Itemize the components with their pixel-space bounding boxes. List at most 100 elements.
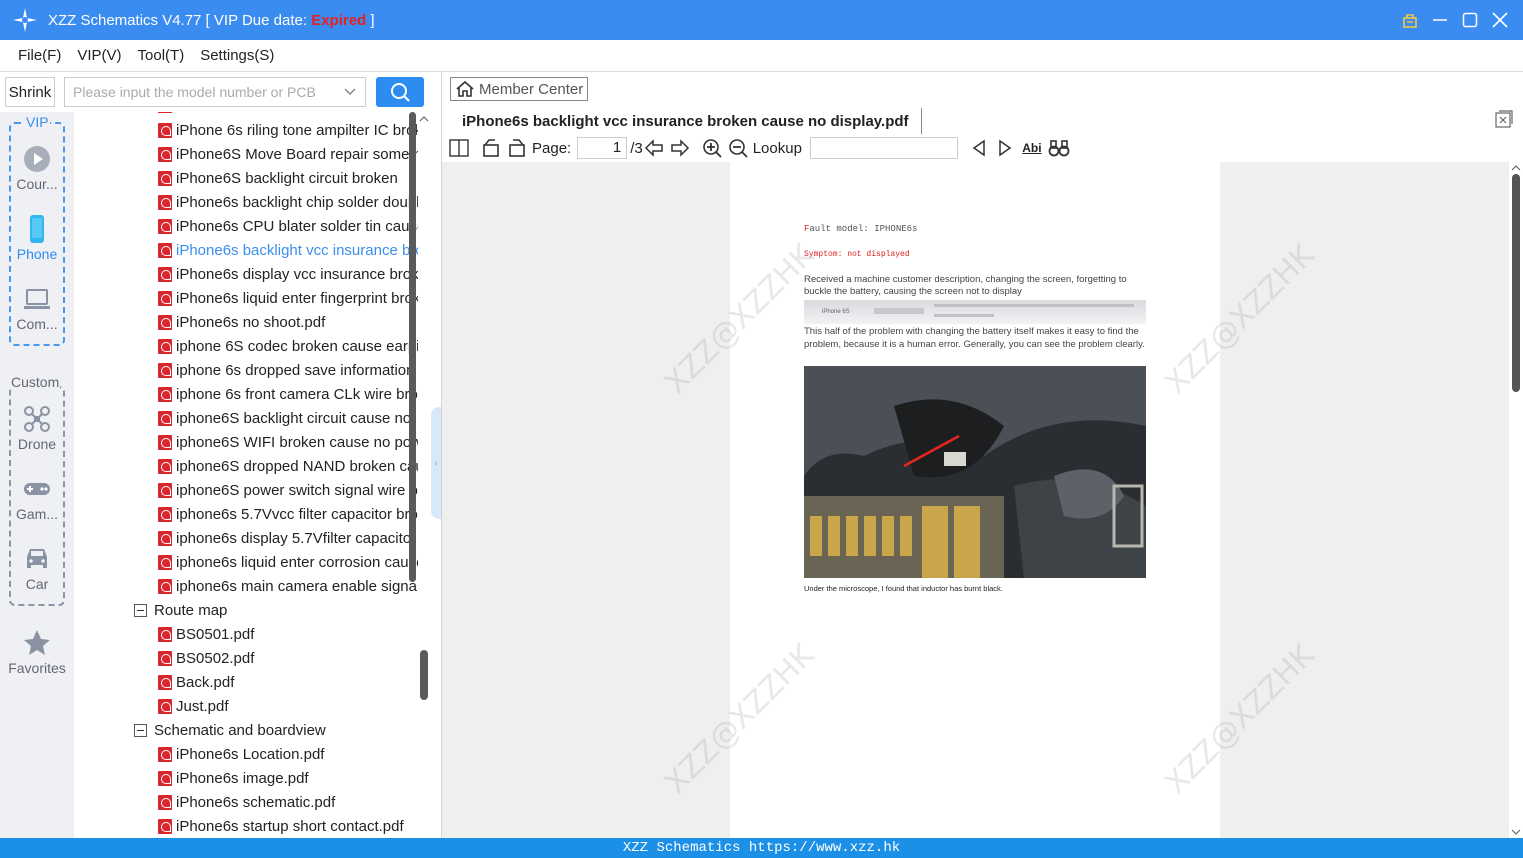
pdf-icon	[158, 794, 172, 810]
pdf-icon	[158, 434, 172, 450]
next-page-icon[interactable]	[669, 137, 691, 159]
symptom-text: Symptom: not displayed	[804, 250, 910, 259]
tree-file-item[interactable]: iphone 6S codec broken cause earpiece	[158, 334, 418, 358]
minimize-icon[interactable]	[1431, 11, 1449, 29]
chevron-left-icon: ‹	[434, 458, 438, 468]
pdf-icon	[158, 314, 172, 330]
tree-scrollbar[interactable]	[408, 112, 418, 838]
tree-file-item[interactable]: Back.pdf	[158, 670, 418, 694]
tree-file-label: iphone6S WIFI broken cause no power	[176, 433, 418, 451]
tree-file-label: iphone 6S codec broken cause earpiece	[176, 337, 418, 355]
tree-file-item[interactable]: iPhone6s backlight vcc insurance broken	[158, 238, 418, 262]
pdf-icon	[158, 650, 172, 666]
collapse-panel-handle[interactable]: ‹	[431, 407, 441, 519]
chevron-down-icon[interactable]	[343, 84, 357, 98]
pdf-icon	[158, 458, 172, 474]
member-center-button[interactable]: Member Center	[450, 77, 588, 101]
laptop-icon	[24, 289, 50, 309]
search-placeholder: Please input the model number or PCB	[73, 84, 316, 100]
vip-status: Expired	[311, 11, 367, 29]
tree-file-label: iPhone6S backlight circuit broken	[176, 169, 398, 187]
tree-file-label: iphone6s liquid enter corrosion cause	[176, 553, 418, 571]
panel-scrollbar-thumb[interactable]	[420, 650, 428, 700]
search-input[interactable]: Please input the model number or PCB	[64, 77, 366, 107]
tree-file-item[interactable]: Just.pdf	[158, 694, 418, 718]
previous-page-icon[interactable]	[643, 137, 665, 159]
tree-file-item[interactable]: iPhone6s backlight chip solder double	[158, 190, 418, 214]
rotate-right-icon[interactable]	[506, 137, 528, 159]
tree-file-item[interactable]: iPhone 6s riling tone ampilter IC broken	[158, 118, 418, 142]
pdf-icon	[158, 242, 172, 258]
menu-tool[interactable]: Tool(T)	[138, 47, 185, 64]
document-tab[interactable]: iPhone6s backlight vcc insurance broken …	[462, 108, 922, 134]
close-icon[interactable]	[1491, 11, 1509, 29]
find-next-icon[interactable]	[994, 137, 1016, 159]
rail-item-drone[interactable]: Drone	[0, 404, 74, 452]
lock-icon[interactable]	[1401, 11, 1419, 29]
tree-file-item[interactable]: iPhone6s schematic.pdf	[158, 790, 418, 814]
find-previous-icon[interactable]	[968, 137, 990, 159]
tree-file-item[interactable]: BS0501.pdf	[158, 622, 418, 646]
photo-caption: Under the microscope, I found that induc…	[804, 584, 1003, 593]
match-case-icon[interactable]: Abi	[1020, 137, 1044, 159]
collapse-folder-icon[interactable]	[134, 723, 147, 737]
scroll-down-icon[interactable]	[1511, 828, 1521, 836]
fault-model-text: Fault model: IPHONE6s	[804, 224, 918, 234]
collapse-folder-icon[interactable]	[134, 603, 147, 617]
menu-settings[interactable]: Settings(S)	[200, 47, 274, 64]
tree-file-item[interactable]: iPhone6s image.pdf	[158, 766, 418, 790]
tree-file-item[interactable]: iphone6s 5.7Vvcc filter capacitor broken	[158, 502, 418, 526]
tree-file-item[interactable]: iPhone6s Location.pdf	[158, 742, 418, 766]
zoom-in-icon[interactable]	[701, 137, 723, 159]
tree-file-label: iPhone6s Location.pdf	[176, 745, 325, 763]
viewer-scrollbar-thumb[interactable]	[1512, 174, 1520, 392]
tree-file-item[interactable]: iPhone6s liquid enter fingerprint broken	[158, 286, 418, 310]
search-button[interactable]	[376, 77, 424, 107]
pdf-viewport[interactable]: Fault model: IPHONE6s Symptom: not displ…	[442, 162, 1523, 838]
shrink-button[interactable]: Shrink	[5, 77, 55, 107]
phone-icon	[30, 215, 44, 243]
tree-file-item[interactable]: iPhone6s no shoot.pdf	[158, 310, 418, 334]
tree-file-item[interactable]: iphone6s liquid enter corrosion cause	[158, 550, 418, 574]
rotate-left-icon[interactable]	[480, 137, 502, 159]
menu-vip[interactable]: VIP(V)	[77, 47, 121, 64]
tree-file-item[interactable]: iphone 6s front camera CLk wire broken	[158, 382, 418, 406]
maximize-icon[interactable]	[1461, 11, 1479, 29]
lookup-input[interactable]	[809, 137, 958, 159]
rail-item-games[interactable]: Gam...	[0, 474, 74, 522]
rail-item-computer[interactable]: Com...	[0, 284, 74, 332]
tree-file-item[interactable]: iPhone6s CPU blater solder tin cause	[158, 214, 418, 238]
tree-file-label: Back.pdf	[176, 673, 235, 691]
tree-file-item[interactable]: BS0502.pdf	[158, 646, 418, 670]
tree-file-item[interactable]: iPhone6S Move Board repair something	[158, 142, 418, 166]
tree-file-item[interactable]: iphone 6s dropped save information	[158, 358, 418, 382]
tree-file-item[interactable]: iphone6s display 5.7Vfilter capacitor	[158, 526, 418, 550]
tree-folder-item[interactable]: Route map	[134, 598, 414, 622]
page-number-input[interactable]: 1	[577, 137, 628, 159]
scroll-up-icon[interactable]	[419, 114, 429, 124]
sidebar-toggle-icon[interactable]	[448, 137, 470, 159]
tree-file-item[interactable]: iPhone6S backlight circuit broken	[158, 166, 418, 190]
viewer-scrollbar[interactable]	[1509, 162, 1523, 838]
tree-folder-item[interactable]: Schematic and boardview	[134, 718, 414, 742]
binoculars-icon[interactable]	[1048, 137, 1070, 159]
pdf-icon	[158, 578, 172, 594]
rail-item-courses[interactable]: Cour...	[0, 144, 74, 192]
tree-file-item[interactable]: iphone6s main camera enable signal	[158, 574, 418, 598]
tree-file-item[interactable]: iPhone6s startup short contact.pdf	[158, 814, 418, 838]
rail-item-favorites[interactable]: Favorites	[0, 628, 74, 676]
tree-file-item[interactable]: iphone6S power switch signal wire broken	[158, 478, 418, 502]
tree-file-item[interactable]: iphone6S WIFI broken cause no power	[158, 430, 418, 454]
rail-item-car[interactable]: Car	[0, 544, 74, 592]
tree-file-label: BS0501.pdf	[176, 625, 255, 643]
scroll-up-icon[interactable]	[1511, 164, 1521, 172]
tree-scrollbar-thumb[interactable]	[409, 112, 416, 582]
close-tab-icon[interactable]	[1495, 110, 1513, 128]
tree-file-item[interactable]: iphone6S dropped NAND broken cause	[158, 454, 418, 478]
tree-file-item[interactable]: iphone6S backlight circuit cause no	[158, 406, 418, 430]
rail-item-phone[interactable]: Phone	[0, 214, 74, 262]
panel-scrollbar[interactable]	[419, 112, 431, 838]
menu-file[interactable]: File(F)	[18, 47, 61, 64]
tree-file-item[interactable]: iPhone6s display vcc insurance broken	[158, 262, 418, 286]
zoom-out-icon[interactable]	[727, 137, 749, 159]
